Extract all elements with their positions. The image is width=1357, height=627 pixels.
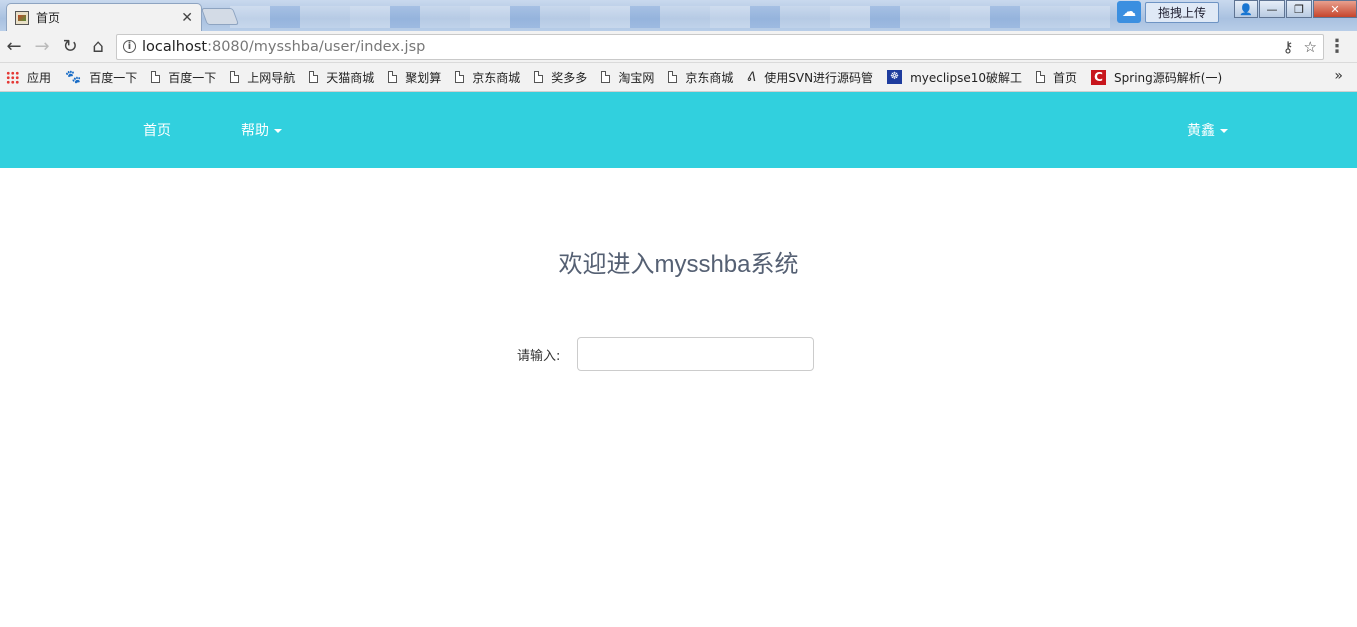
browser-toolbar: ← → ↻ ⌂ i localhost:8080/mysshba/user/in… bbox=[0, 31, 1357, 63]
baidu-cloud-icon[interactable]: ☁ bbox=[1116, 1, 1141, 23]
page-icon bbox=[230, 71, 240, 83]
close-window-button[interactable]: ✕ bbox=[1313, 0, 1357, 18]
input-form-row: 请输入: bbox=[517, 337, 814, 371]
bookmark-item[interactable]: 首页 bbox=[1036, 69, 1077, 86]
bookmark-item[interactable]: C Spring源码解析(一) bbox=[1091, 69, 1222, 86]
password-key-icon[interactable]: ⚷ bbox=[1283, 38, 1294, 56]
tab-close-icon[interactable]: ✕ bbox=[181, 10, 193, 26]
nav-user-dropdown[interactable]: 黄鑫 bbox=[1187, 120, 1228, 140]
input-label: 请输入: bbox=[517, 348, 561, 364]
bookmark-item[interactable]: 京东商城 bbox=[455, 69, 520, 86]
caret-down-icon bbox=[274, 129, 282, 134]
app-navbar: 首页 帮助 黄鑫 bbox=[0, 92, 1357, 168]
bookmark-item[interactable]: 百度一下 bbox=[151, 69, 216, 86]
nav-home-link[interactable]: 首页 bbox=[143, 120, 171, 140]
text-input[interactable] bbox=[577, 337, 814, 371]
bookmark-item[interactable]: ☸ myeclipse10破解工 bbox=[887, 69, 1022, 86]
url-path: :8080/mysshba/user/index.jsp bbox=[207, 38, 426, 55]
upload-button[interactable]: 拖拽上传 bbox=[1144, 1, 1219, 23]
bookmark-label: 百度一下 bbox=[168, 70, 217, 85]
bookmark-item[interactable]: 🐾 百度一下 bbox=[65, 69, 137, 86]
bookmark-label: 京东商城 bbox=[472, 70, 521, 85]
address-bar[interactable]: i localhost:8080/mysshba/user/index.jsp … bbox=[116, 33, 1324, 60]
browser-titlebar: 首页 ✕ ☁ 拖拽上传 👤 — ❐ ✕ bbox=[0, 0, 1357, 31]
bookmark-label: 奖多多 bbox=[551, 70, 588, 85]
caret-down-icon bbox=[1220, 129, 1228, 134]
forward-arrow-icon[interactable]: → bbox=[28, 33, 56, 61]
minimize-button[interactable]: — bbox=[1259, 0, 1285, 18]
bookmark-apps[interactable]: 应用 bbox=[6, 69, 51, 86]
bookmark-label: 百度一下 bbox=[89, 70, 138, 85]
bookmark-label: 应用 bbox=[27, 70, 52, 85]
csdn-icon: C bbox=[1091, 69, 1107, 85]
baidu-cloud-upload[interactable]: ☁ 拖拽上传 bbox=[1116, 0, 1219, 24]
bookmark-label: 淘宝网 bbox=[618, 70, 655, 85]
nav-user-label: 黄鑫 bbox=[1187, 122, 1215, 138]
browser-menu-icon[interactable]: ⋮ bbox=[1324, 36, 1350, 57]
bookmark-item[interactable]: 奖多多 bbox=[534, 69, 587, 86]
page-icon bbox=[668, 71, 678, 83]
url-host: localhost bbox=[142, 38, 208, 55]
user-profile-icon[interactable]: 👤 bbox=[1234, 0, 1258, 18]
baidu-paw-icon: 🐾 bbox=[65, 69, 82, 85]
bookmark-label: Spring源码解析(一) bbox=[1114, 70, 1223, 85]
window-controls: 👤 — ❐ ✕ bbox=[1233, 0, 1357, 20]
maximize-button[interactable]: ❐ bbox=[1286, 0, 1312, 18]
bookmark-label: myeclipse10破解工 bbox=[910, 70, 1023, 85]
nav-help-label: 帮助 bbox=[241, 122, 269, 138]
bookmark-item[interactable]: 聚划算 bbox=[388, 69, 441, 86]
page-icon bbox=[151, 71, 161, 83]
page-favicon-icon bbox=[15, 10, 29, 25]
myeclipse-icon: ☸ bbox=[887, 70, 903, 84]
page-icon bbox=[309, 71, 319, 83]
back-arrow-icon[interactable]: ← bbox=[0, 33, 28, 61]
bookmark-label: 聚划算 bbox=[405, 70, 442, 85]
browser-tab-active[interactable]: 首页 ✕ bbox=[6, 3, 202, 31]
apps-grid-icon bbox=[6, 70, 19, 84]
bookmark-star-icon[interactable]: ☆ bbox=[1304, 38, 1317, 56]
bookmark-item[interactable]: 京东商城 bbox=[668, 69, 733, 86]
url-text[interactable]: localhost:8080/mysshba/user/index.jsp bbox=[142, 39, 1273, 55]
bookmark-label: 京东商城 bbox=[685, 70, 734, 85]
page-icon bbox=[455, 71, 465, 83]
bookmark-item[interactable]: 上网导航 bbox=[230, 69, 295, 86]
svn-icon: ᕕ bbox=[747, 69, 757, 85]
page-icon bbox=[534, 71, 544, 83]
bookmark-label: 首页 bbox=[1053, 70, 1078, 85]
reload-icon[interactable]: ↻ bbox=[56, 33, 84, 61]
bookmark-label: 上网导航 bbox=[247, 70, 296, 85]
page-icon bbox=[601, 71, 611, 83]
site-info-icon[interactable]: i bbox=[123, 40, 136, 53]
titlebar-background bbox=[230, 6, 1110, 28]
welcome-heading: 欢迎进入mysshba系统 bbox=[558, 251, 799, 278]
bookmarks-bar: 应用 🐾 百度一下 百度一下 上网导航 天猫商城 聚划算 京东商城 奖多多 淘宝网… bbox=[0, 63, 1357, 92]
bookmark-item[interactable]: 淘宝网 bbox=[601, 69, 654, 86]
bookmark-item[interactable]: 天猫商城 bbox=[309, 69, 374, 86]
tab-title: 首页 bbox=[36, 11, 61, 25]
page-icon bbox=[388, 71, 398, 83]
page-icon bbox=[1036, 71, 1046, 83]
main-content: 欢迎进入mysshba系统 请输入: bbox=[0, 168, 1357, 627]
bookmark-item[interactable]: ᕕ 使用SVN进行源码管 bbox=[747, 69, 873, 86]
bookmark-label: 使用SVN进行源码管 bbox=[764, 70, 874, 85]
bookmarks-more-icon[interactable]: » bbox=[1334, 68, 1343, 84]
nav-help-dropdown[interactable]: 帮助 bbox=[241, 120, 282, 140]
new-tab-button[interactable] bbox=[200, 8, 240, 25]
bookmark-label: 天猫商城 bbox=[326, 70, 375, 85]
home-icon[interactable]: ⌂ bbox=[84, 33, 112, 61]
